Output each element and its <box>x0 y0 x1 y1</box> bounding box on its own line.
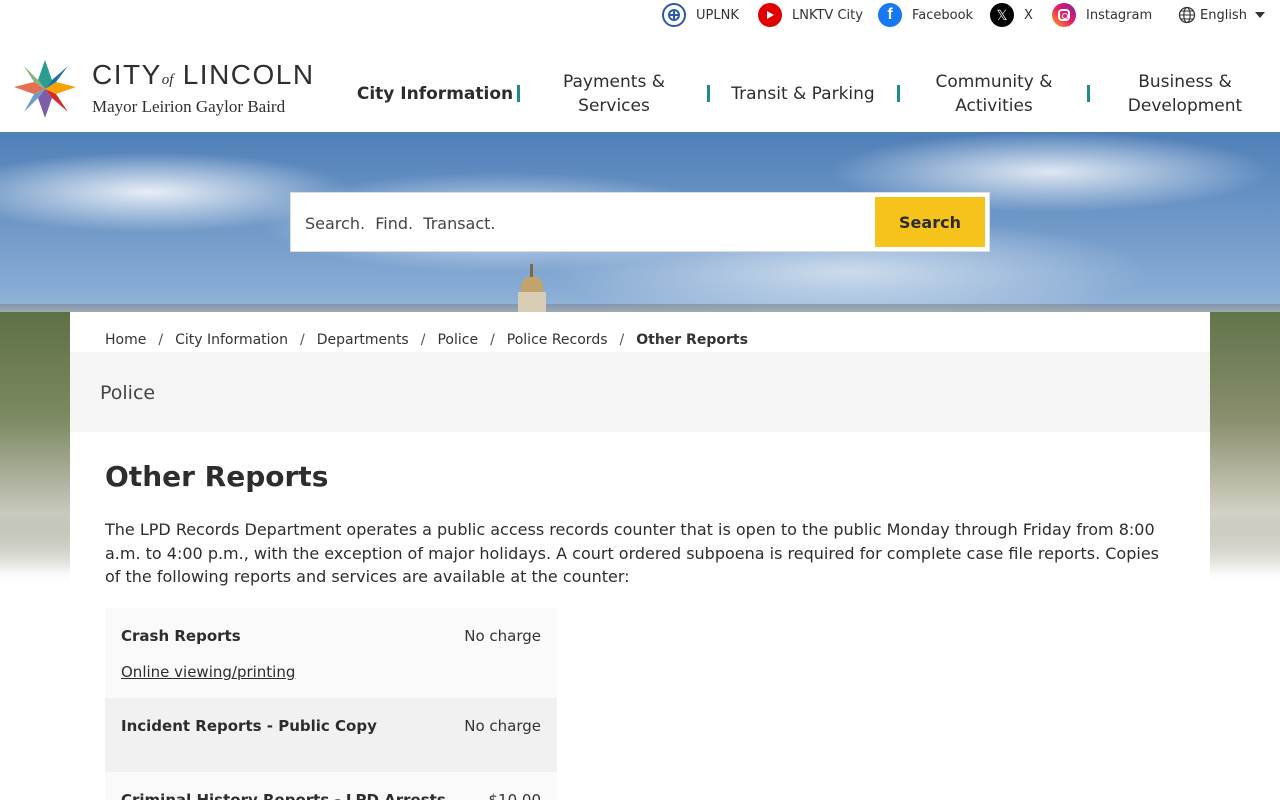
table-row: Incident Reports - Public Copy No charge <box>105 698 557 772</box>
nav-separator <box>707 85 710 102</box>
search-input[interactable] <box>305 207 865 239</box>
city-trees-left-image <box>0 312 70 582</box>
main-navigation: City Information Payments & Services Tran… <box>330 66 1280 122</box>
intro-paragraph: The LPD Records Department operates a pu… <box>105 520 1159 586</box>
capitol-dome-image <box>518 264 546 314</box>
city-logo[interactable]: CITYof LINCOLN Mayor Leirion Gaylor Bair… <box>14 60 319 118</box>
report-price: No charge <box>464 717 541 735</box>
report-price: No charge <box>464 627 541 645</box>
lnktv-link[interactable]: LNKTV City <box>758 3 863 27</box>
language-label: English <box>1200 7 1247 23</box>
uplnk-icon <box>662 3 686 27</box>
x-label: X <box>1024 7 1033 23</box>
site-search: Search <box>290 192 990 252</box>
lnktv-label: LNKTV City <box>792 7 863 23</box>
globe-icon <box>1178 6 1196 24</box>
chevron-down-icon <box>1254 12 1265 18</box>
breadcrumb-city-information[interactable]: City Information <box>175 332 288 348</box>
uplnk-link[interactable]: UPLNK <box>662 3 739 27</box>
table-row: Crash Reports No charge Online viewing/p… <box>105 608 557 698</box>
instagram-link[interactable]: Instagram <box>1052 3 1152 27</box>
report-price: $10.00 <box>488 791 542 800</box>
breadcrumb-police-records[interactable]: Police Records <box>507 332 608 348</box>
nav-payments-services[interactable]: Payments & Services <box>540 70 688 118</box>
search-button[interactable]: Search <box>875 197 985 247</box>
city-star-logo-icon <box>14 60 76 118</box>
nav-separator <box>517 85 520 102</box>
breadcrumb-police[interactable]: Police <box>437 332 478 348</box>
instagram-icon <box>1052 3 1076 27</box>
online-viewing-link[interactable]: Online viewing/printing <box>121 663 295 681</box>
breadcrumb-current: Other Reports <box>636 332 748 348</box>
facebook-label: Facebook <box>912 7 974 23</box>
breadcrumb-departments[interactable]: Departments <box>317 332 409 348</box>
logo-mayor-name: Mayor Leirion Gaylor Baird <box>92 97 286 116</box>
x-icon: 𝕏 <box>990 3 1014 27</box>
skyline-horizon <box>0 304 1280 312</box>
logo-city-name: CITYof LINCOLN <box>92 59 315 90</box>
page-title: Other Reports <box>105 460 329 493</box>
nav-community-activities[interactable]: Community & Activities <box>918 70 1070 118</box>
language-selector[interactable]: English <box>1178 6 1265 24</box>
uplnk-label: UPLNK <box>696 7 739 23</box>
facebook-icon: f <box>878 3 902 27</box>
breadcrumb-separator: / <box>490 332 495 348</box>
nav-business-development[interactable]: Business & Development <box>1110 70 1260 118</box>
report-name: Incident Reports - Public Copy <box>121 717 377 735</box>
city-trees-right-image <box>1210 312 1280 582</box>
report-name: Criminal History Reports - LPD Arrests <box>121 791 446 800</box>
breadcrumb-separator: / <box>158 332 164 348</box>
nav-city-information[interactable]: City Information <box>350 82 520 106</box>
breadcrumb: Home / City Information / Departments / … <box>105 332 748 348</box>
report-name: Crash Reports <box>121 627 241 645</box>
breadcrumb-separator: / <box>300 332 305 348</box>
nav-separator <box>1087 85 1090 102</box>
instagram-label: Instagram <box>1086 7 1153 23</box>
facebook-link[interactable]: f Facebook <box>878 3 973 27</box>
reports-table: Crash Reports No charge Online viewing/p… <box>105 608 557 800</box>
content-card: Police Home / City Information / Departm… <box>70 312 1210 800</box>
section-title: Police <box>100 382 156 404</box>
youtube-icon <box>758 3 782 27</box>
breadcrumb-separator: / <box>420 332 426 348</box>
section-header: Police <box>70 352 1210 432</box>
nav-separator <box>897 85 900 102</box>
utility-bar: UPLNK LNKTV City f Facebook 𝕏 X Instagra… <box>0 0 1280 32</box>
x-link[interactable]: 𝕏 X <box>990 3 1033 27</box>
table-row: Criminal History Reports - LPD Arrests $… <box>105 772 557 800</box>
nav-transit-parking[interactable]: Transit & Parking <box>728 82 878 106</box>
breadcrumb-home[interactable]: Home <box>105 332 146 348</box>
breadcrumb-separator: / <box>619 332 625 348</box>
